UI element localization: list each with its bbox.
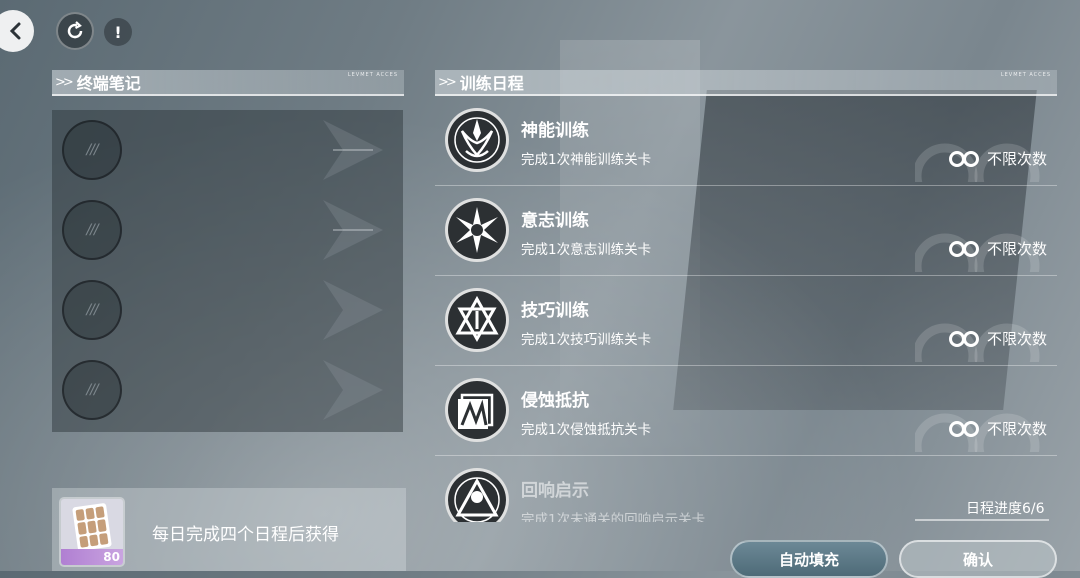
notes-panel-title: 终端笔记 [76, 74, 141, 93]
note-slot-1[interactable]: /// [62, 120, 122, 180]
limit-label: 不限次数 [986, 330, 1047, 348]
row-divider [435, 275, 1057, 276]
reward-description: 每日完成四个日程后获得 [152, 525, 339, 545]
technique-emblem-icon [445, 288, 509, 352]
schedule-item[interactable]: 回响启示 完成1次未通关的回响启示关卡 [435, 458, 1057, 522]
slot-empty-icon: /// [86, 222, 98, 238]
schedule-panel-tag: LEVMET ACCES [1000, 72, 1051, 78]
limit-label: 不限次数 [986, 420, 1047, 438]
progress-underline [915, 519, 1049, 521]
schedule-item-desc: 完成1次侵蚀抵抗关卡 [521, 422, 652, 438]
limit-label: 不限次数 [986, 240, 1047, 258]
schedule-item-name: 神能训练 [521, 121, 589, 141]
reward-item-image [72, 502, 112, 552]
schedule-item-name: 侵蚀抵抗 [521, 391, 589, 411]
willpower-emblem-icon [445, 198, 509, 262]
schedule-item-limit: 不限次数 [947, 148, 1047, 169]
schedule-item-limit: 不限次数 [947, 328, 1047, 349]
psionic-emblem-icon [445, 108, 509, 172]
back-arrow-icon [9, 22, 21, 40]
schedule-item[interactable]: 侵蚀抵抗 完成1次侵蚀抵抗关卡 不限次数 [435, 368, 1057, 456]
refresh-button[interactable] [56, 12, 94, 50]
infinity-icon [948, 330, 979, 347]
schedule-panel-header: >> 训练日程 LEVMET ACCES [435, 70, 1057, 96]
slot-empty-icon: /// [86, 302, 98, 318]
notes-slot-panel: /// /// /// /// [52, 110, 403, 432]
note-slot-4[interactable]: /// [62, 360, 122, 420]
schedule-item-desc: 完成1次未通关的回响启示关卡 [521, 512, 706, 522]
note-slot-3[interactable]: /// [62, 280, 122, 340]
schedule-panel-title: 训练日程 [459, 74, 524, 93]
schedule-item-name: 技巧训练 [521, 301, 589, 321]
schedule-item[interactable]: 神能训练 完成1次神能训练关卡 不限次数 [435, 98, 1057, 186]
info-button[interactable]: ! [104, 18, 132, 46]
chevron-deco-icon [323, 360, 383, 420]
schedule-progress: 日程进度6/6 [966, 501, 1045, 517]
refresh-icon [67, 21, 83, 39]
row-divider [435, 365, 1057, 366]
schedule-item[interactable]: 技巧训练 完成1次技巧训练关卡 不限次数 [435, 278, 1057, 366]
schedule-item[interactable]: 意志训练 完成1次意志训练关卡 不限次数 [435, 188, 1057, 276]
info-icon: ! [114, 22, 122, 42]
confirm-button[interactable]: 确认 [899, 540, 1057, 578]
slot-empty-icon: /// [86, 382, 98, 398]
chevron-deco-icon [323, 280, 383, 340]
schedule-item-desc: 完成1次意志训练关卡 [521, 242, 652, 258]
infinity-icon [948, 240, 979, 257]
infinity-icon [948, 420, 979, 437]
auto-fill-label: 自动填充 [778, 550, 839, 569]
infinity-icon [948, 150, 979, 167]
schedule-item-name: 回响启示 [521, 481, 589, 501]
note-slot-2[interactable]: /// [62, 200, 122, 260]
limit-label: 不限次数 [986, 150, 1047, 168]
echo-revelation-emblem-icon [445, 468, 509, 522]
erosion-resist-emblem-icon [445, 378, 509, 442]
chevron-icon: >> [55, 74, 74, 90]
reward-item[interactable]: 80 [61, 499, 123, 565]
reward-quantity: 80 [103, 550, 120, 564]
slot-empty-icon: /// [86, 142, 98, 158]
schedule-item-desc: 完成1次技巧训练关卡 [521, 332, 652, 348]
row-divider [435, 455, 1057, 456]
schedule-item-desc: 完成1次神能训练关卡 [521, 152, 652, 168]
chevron-deco-icon [323, 200, 383, 260]
confirm-label: 确认 [962, 550, 993, 569]
notes-panel-tag: LEVMET ACCES [347, 72, 398, 78]
schedule-item-limit: 不限次数 [947, 418, 1047, 439]
row-divider [435, 185, 1057, 186]
schedule-item-name: 意志训练 [521, 211, 589, 231]
chevron-icon: >> [438, 74, 457, 90]
chevron-deco-icon [323, 120, 383, 180]
notes-panel-header: >> 终端笔记 LEVMET ACCES [52, 70, 404, 96]
auto-fill-button[interactable]: 自动填充 [730, 540, 888, 578]
schedule-item-limit: 不限次数 [947, 238, 1047, 259]
